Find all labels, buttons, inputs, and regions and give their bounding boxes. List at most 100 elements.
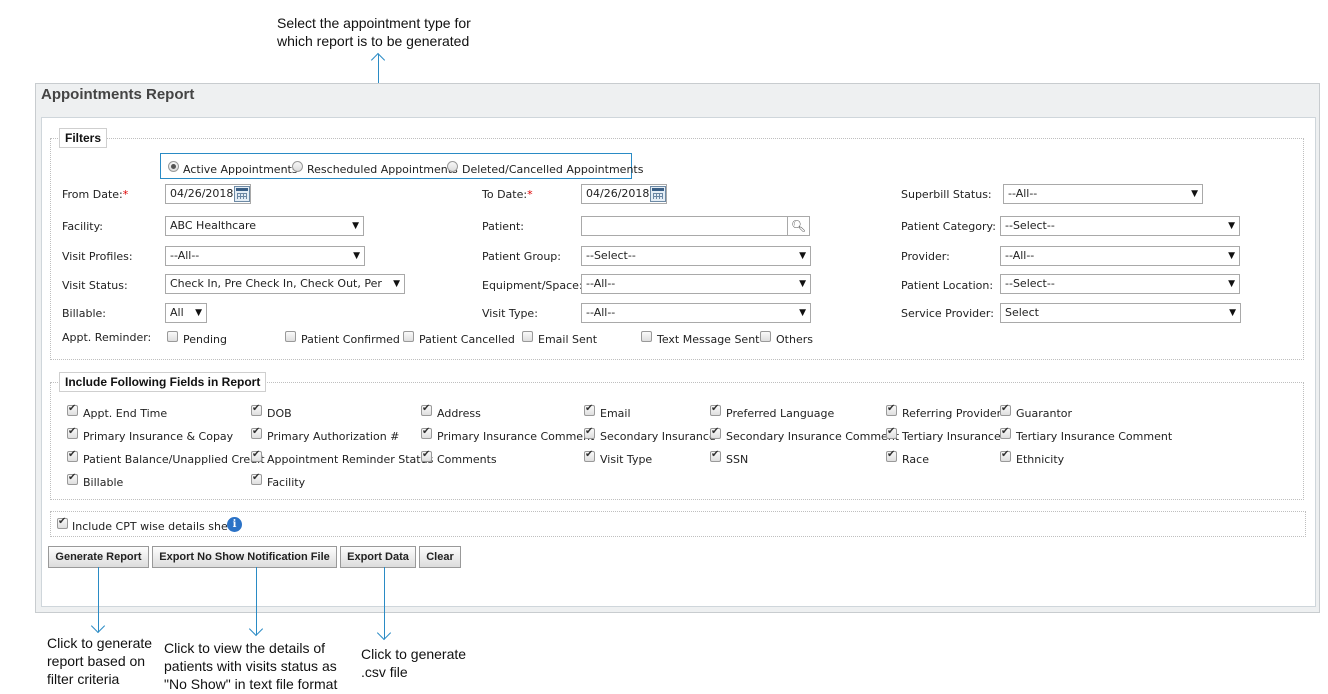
visit-status-select[interactable]: Check In, Pre Check In, Check Out, Per ▼ [165, 274, 405, 294]
select-value: --All-- [586, 306, 616, 319]
clear-button[interactable]: Clear [419, 546, 461, 568]
generate-report-button[interactable]: Generate Report [48, 546, 149, 568]
visit-type-select[interactable]: --All-- ▼ [581, 303, 811, 323]
chevron-down-icon: ▼ [1229, 308, 1236, 318]
include-field-label: Primary Insurance Comment [437, 430, 595, 443]
superbill-status-select[interactable]: --All-- ▼ [1003, 184, 1203, 204]
include-field-label: SSN [726, 453, 749, 466]
callout-arrowhead [90, 618, 106, 634]
callout-line: filter criteria [47, 671, 120, 687]
checkbox-include-field[interactable] [1000, 426, 1011, 439]
callout-line: Click to view the details of [164, 640, 326, 656]
checkbox-include-field[interactable] [421, 426, 432, 439]
checkbox-include-field[interactable] [67, 449, 78, 462]
radio-deleted-cancelled-appointments[interactable] [447, 161, 458, 172]
checkbox-include-field[interactable] [584, 449, 595, 462]
checkbox-include-field[interactable] [710, 426, 721, 439]
calendar-icon[interactable] [234, 186, 250, 202]
visit-profiles-label: Visit Profiles: [62, 250, 133, 263]
service-provider-label: Service Provider: [901, 307, 994, 320]
callout-generate-report: Click to generate report based on filter… [47, 634, 152, 688]
checkbox-reminder-text-message-sent[interactable] [641, 331, 652, 342]
equipment-space-select[interactable]: --All-- ▼ [581, 274, 811, 294]
include-field-label: Ethnicity [1016, 453, 1065, 466]
page-title: Appointments Report [41, 86, 195, 103]
include-field-label: Referring Provider [902, 407, 1002, 420]
patient-group-label: Patient Group: [482, 250, 561, 263]
provider-label: Provider: [901, 250, 950, 263]
checkbox-include-field[interactable] [251, 426, 262, 439]
checkbox-include-field[interactable] [421, 403, 432, 416]
include-field-label: Patient Balance/Unapplied Credit [83, 453, 265, 466]
from-date-label: From Date:* [62, 188, 129, 201]
radio-label: Deleted/Cancelled Appointments [462, 163, 644, 176]
chevron-down-icon: ▼ [353, 251, 360, 261]
checkbox-include-field[interactable] [710, 449, 721, 462]
patient-search-input[interactable]: 🔍︎ [581, 216, 810, 236]
callout-line: Select the appointment type for [277, 15, 471, 31]
checkbox-include-field[interactable] [1000, 403, 1011, 416]
export-no-show-button[interactable]: Export No Show Notification File [152, 546, 337, 568]
radio-label: Active Appointments [183, 163, 298, 176]
include-field-label: Comments [437, 453, 497, 466]
checkbox-include-field[interactable] [67, 426, 78, 439]
chevron-down-icon: ▼ [1228, 279, 1235, 289]
checkbox-include-field[interactable] [67, 472, 78, 485]
checkbox-include-field[interactable] [421, 449, 432, 462]
chevron-down-icon: ▼ [393, 279, 400, 289]
checkbox-include-field[interactable] [584, 403, 595, 416]
filters-legend: Filters [59, 128, 108, 148]
checkbox-reminder-email-sent[interactable] [522, 331, 533, 342]
checkbox-include-field[interactable] [886, 449, 897, 462]
checkbox-reminder-pending[interactable] [167, 331, 178, 342]
include-field-label: Tertiary Insurance Comment [1016, 430, 1173, 443]
billable-select[interactable]: All ▼ [165, 303, 207, 323]
checkbox-include-field[interactable] [710, 403, 721, 416]
chevron-down-icon: ▼ [195, 308, 202, 318]
select-value: Check In, Pre Check In, Check Out, Per [170, 277, 382, 290]
checkbox-reminder-others[interactable] [760, 331, 771, 342]
callout-appointment-type: Select the appointment type for which re… [277, 14, 471, 50]
radio-active-appointments[interactable] [168, 161, 179, 172]
include-field-label: Appointment Reminder Status [267, 453, 434, 466]
checkbox-include-field[interactable] [886, 403, 897, 416]
radio-rescheduled-appointments[interactable] [292, 161, 303, 172]
checkbox-include-field[interactable] [251, 403, 262, 416]
select-value: --Select-- [586, 249, 636, 262]
to-date-label: To Date:* [482, 188, 533, 201]
include-fields-legend: Include Following Fields in Report [59, 372, 267, 392]
chevron-down-icon: ▼ [1228, 221, 1235, 231]
checkbox-include-field[interactable] [251, 449, 262, 462]
checkbox-include-field[interactable] [886, 426, 897, 439]
include-field-label: Tertiary Insurance [902, 430, 1001, 443]
include-field-label: Email [600, 407, 631, 420]
info-icon[interactable]: i [227, 517, 242, 532]
checkbox-include-field[interactable] [67, 403, 78, 416]
select-value: --Select-- [1005, 219, 1055, 232]
provider-select[interactable]: --All-- ▼ [1000, 246, 1240, 266]
callout-line: Click to generate [361, 646, 467, 662]
appt-reminder-label: Appt. Reminder: [62, 331, 152, 344]
checkbox-include-field[interactable] [251, 472, 262, 485]
checkbox-reminder-patient-cancelled[interactable] [403, 331, 414, 342]
service-provider-select[interactable]: Select ▼ [1000, 303, 1241, 323]
checkbox-include-field[interactable] [1000, 449, 1011, 462]
checkbox-cpt-details-sheet[interactable] [57, 516, 68, 529]
search-icon[interactable]: 🔍︎ [787, 216, 809, 236]
patient-category-label: Patient Category: [901, 220, 996, 233]
visit-profiles-select[interactable]: --All-- ▼ [165, 246, 365, 266]
calendar-icon[interactable] [650, 186, 666, 202]
checkbox-include-field[interactable] [584, 426, 595, 439]
patient-location-select[interactable]: --Select-- ▼ [1000, 274, 1240, 294]
callout-line: patients with visits status as [164, 658, 337, 674]
checkbox-reminder-patient-confirmed[interactable] [285, 331, 296, 342]
patient-group-select[interactable]: --Select-- ▼ [581, 246, 811, 266]
checkbox-label: Pending [183, 333, 227, 346]
export-data-button[interactable]: Export Data [340, 546, 416, 568]
include-field-label: Race [902, 453, 929, 466]
visit-type-label: Visit Type: [482, 307, 538, 320]
facility-select[interactable]: ABC Healthcare ▼ [165, 216, 364, 236]
select-value: --All-- [586, 277, 616, 290]
chevron-down-icon: ▼ [1228, 251, 1235, 261]
patient-category-select[interactable]: --Select-- ▼ [1000, 216, 1240, 236]
